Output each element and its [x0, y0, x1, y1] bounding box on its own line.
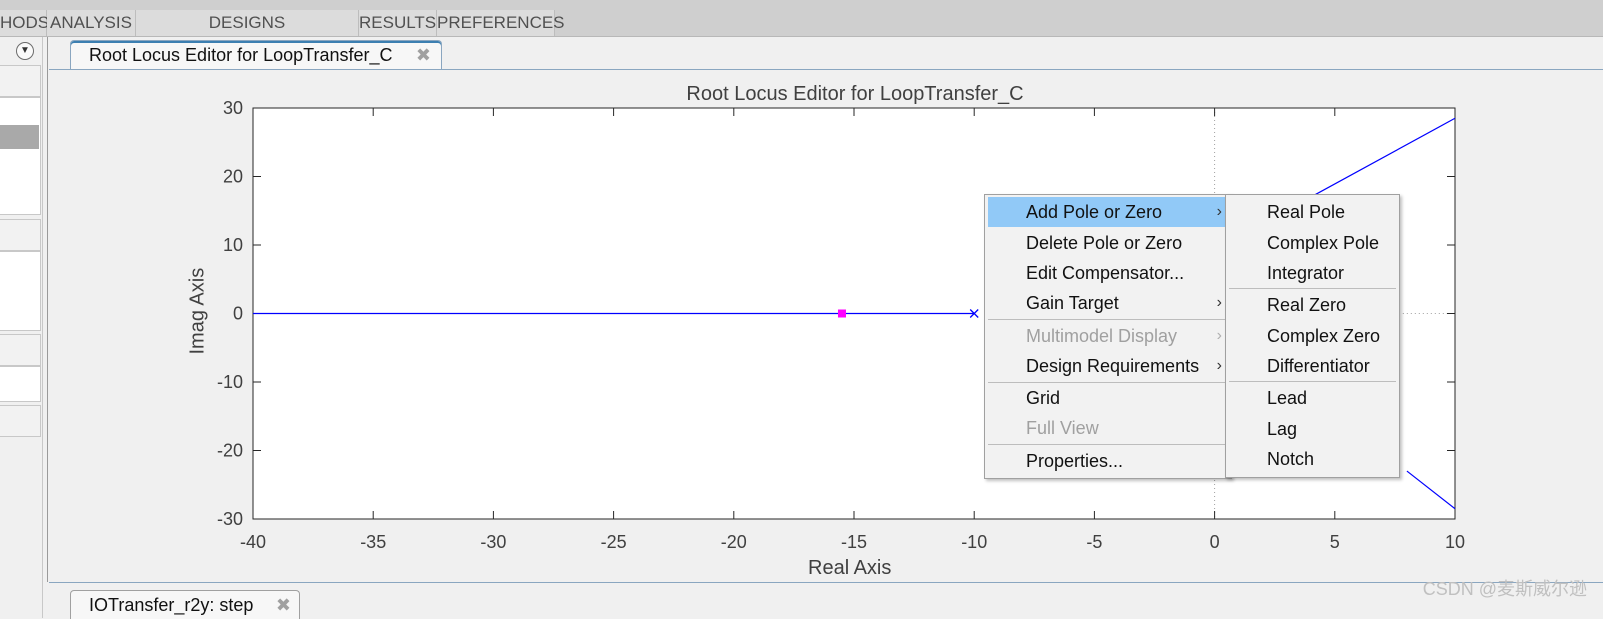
x-tick-label: -40 [240, 532, 266, 552]
submenu-item-complex-pole[interactable]: Complex Pole [1229, 228, 1396, 258]
menu-separator [988, 319, 1226, 320]
menu-item-properties[interactable]: Properties... [988, 446, 1226, 476]
y-tick-label: -10 [217, 372, 243, 392]
context-menu: Add Pole or Zero › Delete Pole or Zero E… [984, 194, 1232, 479]
bottom-document-tab[interactable]: IOTransfer_r2y: step ✖ [70, 590, 300, 619]
x-tick-label: -15 [841, 532, 867, 552]
submenu-item-integrator[interactable]: Integrator [1229, 258, 1396, 288]
menu-separator [1229, 381, 1396, 382]
x-tick-label: 5 [1330, 532, 1340, 552]
submenu-item-differentiator[interactable]: Differentiator [1229, 351, 1396, 381]
menu-item-design-requirements[interactable]: Design Requirements › [988, 351, 1226, 381]
menu-item-add-pole-or-zero[interactable]: Add Pole or Zero › [988, 197, 1226, 227]
submenu-item-lead[interactable]: Lead [1229, 383, 1396, 413]
menu-item-gain-target[interactable]: Gain Target › [988, 288, 1226, 318]
menu-item-label: Add Pole or Zero [1026, 202, 1163, 222]
x-tick-label: -25 [601, 532, 627, 552]
chevron-right-icon: › [1216, 327, 1222, 344]
y-tick-label: 10 [223, 235, 243, 255]
menu-item-label: Edit Compensator... [1026, 263, 1185, 283]
submenu-item-lag[interactable]: Lag [1229, 414, 1396, 444]
menu-item-full-view[interactable]: Full View [988, 413, 1226, 443]
submenu-item-real-zero[interactable]: Real Zero [1229, 290, 1396, 320]
y-tick-label: 20 [223, 167, 243, 187]
x-tick-label: -30 [480, 532, 506, 552]
x-tick-label: 10 [1445, 532, 1465, 552]
menu-item-multimodel-display[interactable]: Multimodel Display › [988, 321, 1226, 351]
y-tick-label: 0 [233, 304, 243, 324]
menu-separator [988, 444, 1226, 445]
menu-item-label: Delete Pole or Zero [1026, 233, 1183, 253]
y-axis-label: Imag Axis [186, 267, 209, 355]
menu-item-label: Multimodel Display [1026, 326, 1178, 346]
menu-item-label: Grid [1026, 388, 1061, 408]
close-icon[interactable]: ✖ [276, 595, 291, 616]
submenu-item-real-pole[interactable]: Real Pole [1229, 197, 1396, 227]
x-axis-label: Real Axis [808, 557, 892, 579]
menu-item-label: Design Requirements [1026, 356, 1200, 376]
chevron-right-icon: › [1216, 294, 1222, 311]
bottom-tab-label: IOTransfer_r2y: step [89, 595, 254, 615]
chevron-right-icon: › [1216, 203, 1222, 220]
y-tick-label: -30 [217, 509, 243, 529]
menu-item-label: Full View [1026, 418, 1099, 438]
submenu-item-complex-zero[interactable]: Complex Zero [1229, 321, 1396, 351]
submenu-item-notch[interactable]: Notch [1229, 444, 1396, 474]
x-tick-label: -5 [1086, 532, 1102, 552]
menu-item-delete-pole-or-zero[interactable]: Delete Pole or Zero [988, 228, 1226, 258]
menu-item-edit-compensator[interactable]: Edit Compensator... [988, 258, 1226, 288]
menu-item-label: Properties... [1026, 451, 1124, 471]
menu-item-grid[interactable]: Grid [988, 383, 1226, 413]
closed-loop-pole-marker [837, 309, 846, 318]
x-tick-label: -35 [360, 532, 386, 552]
add-pole-zero-submenu: Real Pole Complex Pole Integrator Real Z… [1225, 194, 1400, 478]
chevron-right-icon: › [1216, 357, 1222, 374]
y-tick-label: -20 [217, 441, 243, 461]
x-tick-label: -10 [961, 532, 987, 552]
menu-item-label: Gain Target [1026, 293, 1119, 313]
watermark: CSDN @麦斯威尔逊 [1422, 579, 1587, 599]
menu-separator [1229, 288, 1396, 289]
x-tick-label: 0 [1210, 532, 1220, 552]
x-tick-label: -20 [721, 532, 747, 552]
chart-title: Root Locus Editor for LoopTransfer_C [686, 83, 1023, 105]
y-tick-label: 30 [223, 98, 243, 118]
